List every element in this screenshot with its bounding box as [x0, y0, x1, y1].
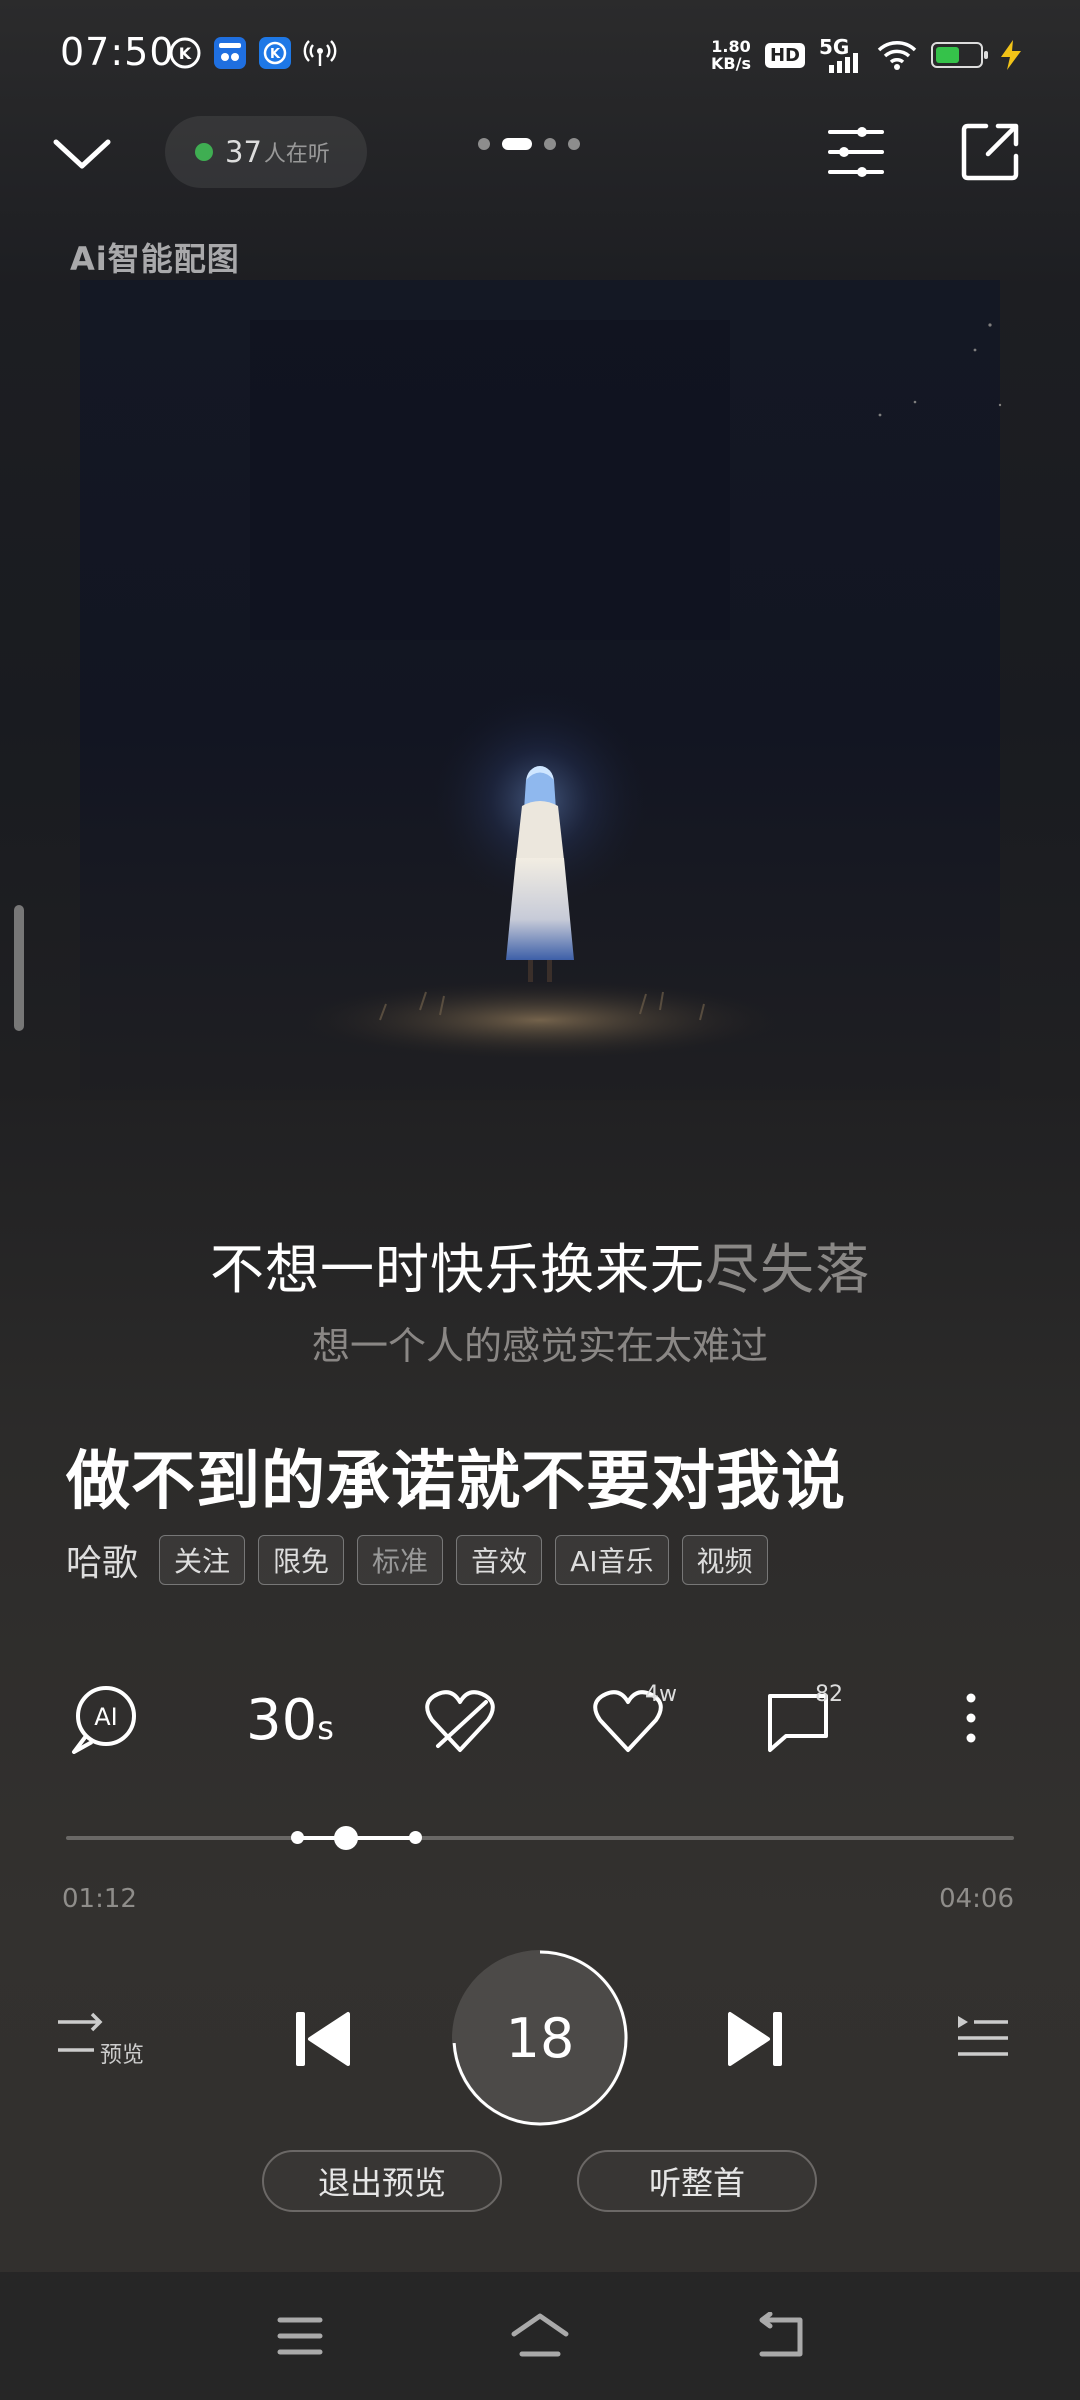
- comment-count: 82: [815, 1682, 843, 1707]
- status-time: 07:50: [60, 30, 175, 74]
- music-player-screen: 07:50 K K 1.80 KB/s HD 5G 37 人在听 Ai智能配图 …: [0, 0, 1080, 2400]
- playlist-queue-icon[interactable]: [956, 2012, 1010, 2062]
- preview-label[interactable]: 预览: [100, 2037, 144, 2069]
- clip-30s-button[interactable]: 30s: [246, 1688, 334, 1768]
- svg-text:K: K: [179, 44, 192, 63]
- ai-assistant-icon[interactable]: AI: [66, 1680, 142, 1760]
- ai-icon-text: AI: [94, 1703, 118, 1731]
- quality-standard-tag[interactable]: 标准: [357, 1535, 444, 1585]
- clip-30s-unit: s: [317, 1709, 334, 1747]
- side-drag-handle[interactable]: [14, 905, 24, 1031]
- progress-knob[interactable]: [334, 1826, 358, 1850]
- share-icon[interactable]: [958, 120, 1022, 184]
- page-dot[interactable]: [544, 138, 556, 150]
- live-dot: [195, 143, 213, 161]
- system-navigation-bar: [0, 2272, 1080, 2400]
- more-options-icon[interactable]: [956, 1680, 986, 1760]
- song-meta-row: 哈歌 关注 限免 标准 音效 AI音乐 视频: [66, 1535, 768, 1585]
- listeners-text: 人在听: [263, 142, 330, 167]
- page-dot[interactable]: [478, 138, 490, 150]
- hd-badge: HD: [764, 42, 805, 68]
- network-type: 5G: [819, 35, 850, 59]
- song-title: 做不到的承诺就不要对我说: [66, 1445, 846, 1519]
- collapse-chevron-down-icon[interactable]: [50, 128, 114, 178]
- next-lyric-line[interactable]: 想一个人的感觉实在太难过: [0, 1315, 1080, 1370]
- svg-text:K: K: [270, 47, 281, 62]
- preview-start-marker: [291, 1831, 304, 1844]
- sound-effect-tag[interactable]: 音效: [456, 1535, 543, 1585]
- preview-end-marker: [409, 1831, 422, 1844]
- listeners-count: 37: [225, 135, 262, 169]
- back-nav-icon[interactable]: [754, 2312, 806, 2360]
- status-right-group: 1.80 KB/s HD 5G: [711, 30, 1025, 80]
- kugou-app-icon: K: [259, 37, 291, 69]
- lyric-sung-part: 不想一时快乐换来无: [210, 1238, 705, 1301]
- current-time: 01:12: [62, 1884, 137, 1914]
- listen-full-song-button[interactable]: 听整首: [577, 2150, 817, 2212]
- app-notification-icon: [214, 37, 246, 69]
- ai-artwork-label: Ai智能配图: [70, 240, 240, 278]
- player-top-bar: 37 人在听: [0, 110, 1080, 200]
- exit-preview-button[interactable]: 退出预览: [262, 2150, 502, 2212]
- dislike-heart-icon[interactable]: [424, 1680, 496, 1760]
- free-limited-tag[interactable]: 限免: [258, 1535, 345, 1585]
- artist-name[interactable]: 哈歌: [66, 1534, 138, 1586]
- follow-tag[interactable]: 关注: [159, 1535, 246, 1585]
- page-dot[interactable]: [568, 138, 580, 150]
- wifi-icon: [877, 41, 917, 70]
- progress-bar[interactable]: [66, 1826, 1014, 1850]
- network-speed: 1.80 KB/s: [711, 38, 751, 72]
- album-artwork-image[interactable]: [0, 280, 1080, 1100]
- home-nav-icon[interactable]: [510, 2310, 570, 2360]
- kugou-notification-icon: K: [169, 37, 201, 69]
- network-speed-unit: KB/s: [711, 54, 751, 73]
- hotspot-icon: [303, 40, 337, 66]
- page-indicator: [478, 138, 580, 150]
- total-duration: 04:06: [939, 1884, 1014, 1914]
- lyric-unsung-part: 尽失落: [705, 1238, 870, 1301]
- next-track-icon[interactable]: [722, 2006, 788, 2072]
- page-dot-active[interactable]: [502, 138, 532, 150]
- signal-5g: 5G: [819, 35, 863, 75]
- battery-icon: [931, 42, 988, 68]
- preview-mode-icon[interactable]: [56, 2010, 106, 2060]
- listeners-pill[interactable]: 37 人在听: [165, 116, 367, 188]
- charging-icon: [1001, 40, 1021, 70]
- ai-music-tag[interactable]: AI音乐: [555, 1535, 669, 1585]
- video-tag[interactable]: 视频: [681, 1535, 768, 1585]
- battery-fill: [936, 47, 959, 63]
- status-bar: 07:50 K K 1.80 KB/s HD 5G: [0, 0, 1080, 110]
- sound-settings-sliders-icon[interactable]: [826, 122, 886, 182]
- previous-track-icon[interactable]: [290, 2006, 356, 2072]
- clip-30s-number: 30: [246, 1688, 318, 1753]
- battery-nub: [984, 51, 988, 59]
- menu-nav-icon[interactable]: [276, 2314, 324, 2358]
- like-count: 4w: [645, 1682, 677, 1707]
- network-speed-value: 1.80: [711, 37, 751, 56]
- play-pause-countdown-button[interactable]: 18: [452, 1950, 628, 2126]
- countdown-number: 18: [505, 2006, 575, 2070]
- current-lyric-line[interactable]: 不想一时快乐换来无尽失落: [0, 1225, 1080, 1304]
